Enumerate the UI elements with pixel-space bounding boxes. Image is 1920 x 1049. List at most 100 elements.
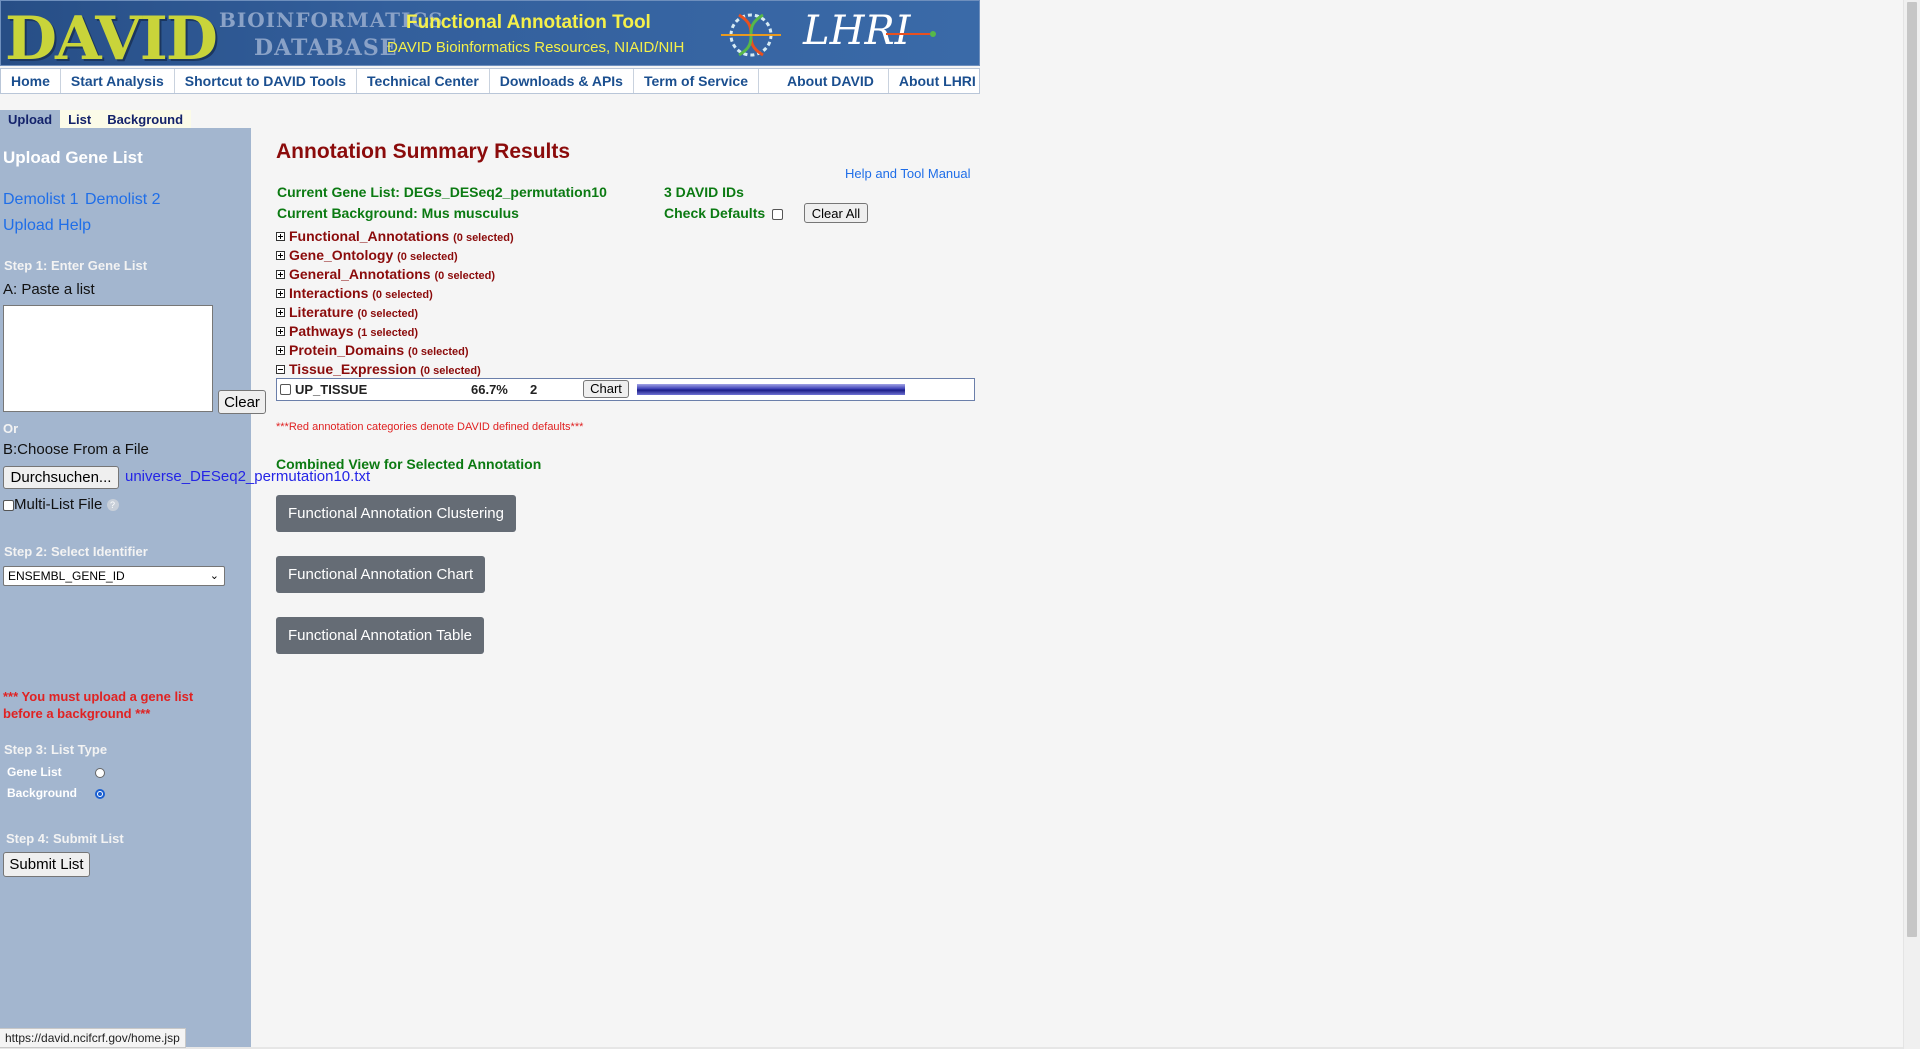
nav-about-lhri[interactable]: About LHRI	[889, 69, 986, 93]
nav-technical-center[interactable]: Technical Center	[357, 69, 490, 93]
category-selected-count: (1 selected)	[357, 327, 419, 339]
help-manual-link[interactable]: Help and Tool Manual	[845, 166, 971, 181]
scrollbar-thumb[interactable]	[1907, 2, 1917, 937]
submit-list-button[interactable]: Submit List	[3, 852, 90, 877]
functional-annotation-chart-button[interactable]: Functional Annotation Chart	[276, 556, 486, 593]
category-general-annotations[interactable]: General_Annotations (0 selected)	[276, 266, 495, 282]
check-defaults-label: Check Defaults	[664, 205, 766, 221]
nav-home[interactable]: Home	[1, 69, 61, 93]
category-name: Interactions	[289, 285, 369, 301]
nav-about-david[interactable]: About DAVID	[759, 69, 889, 93]
annotation-percent: 66.7%	[471, 382, 508, 397]
category-interactions[interactable]: Interactions (0 selected)	[276, 285, 433, 301]
logo-subtitle-database: DATABASE	[254, 35, 398, 61]
annotation-count: 2	[530, 382, 538, 397]
clear-all-button[interactable]: Clear All	[804, 203, 868, 223]
nav-shortcut-tools[interactable]: Shortcut to DAVID Tools	[175, 69, 358, 93]
step4-heading: Step 4: Submit List	[6, 831, 124, 846]
combined-view-heading: Combined View for Selected Annotation	[276, 456, 542, 472]
category-selected-count: (0 selected)	[357, 308, 418, 320]
david-logo[interactable]: DAVID	[5, 9, 218, 65]
top-navigation: Home Start Analysis Shortcut to DAVID To…	[0, 68, 980, 94]
expand-plus-icon[interactable]	[276, 250, 285, 260]
category-name: General_Annotations	[289, 266, 431, 282]
annotation-name: UP_TISSUE	[295, 382, 368, 397]
expand-plus-icon[interactable]	[276, 307, 285, 317]
tab-list[interactable]: List	[60, 110, 100, 129]
or-label: Or	[3, 421, 19, 436]
header-banner: DAVID BIOINFORMATICS DATABASE Functional…	[0, 0, 980, 66]
current-gene-list: Current Gene List: DEGs_DESeq2_permutati…	[277, 184, 607, 200]
nav-downloads-apis[interactable]: Downloads & APIs	[490, 69, 634, 93]
lhri-emblem-icon	[721, 13, 781, 57]
tissue-annotation-row: UP_TISSUE 66.7% 2 Chart	[276, 378, 975, 401]
help-icon[interactable]: ?	[106, 499, 119, 512]
category-selected-count: (0 selected)	[453, 232, 514, 244]
gene-list-radio[interactable]	[95, 767, 105, 778]
category-selected-count: (0 selected)	[408, 346, 469, 358]
expand-plus-icon[interactable]	[276, 269, 285, 279]
demolist-1-link[interactable]: Demolist 1	[3, 191, 79, 209]
category-pathways[interactable]: Pathways (1 selected)	[276, 323, 418, 339]
category-literature[interactable]: Literature (0 selected)	[276, 304, 418, 320]
upload-help-link[interactable]: Upload Help	[3, 217, 91, 235]
tab-background[interactable]: Background	[99, 110, 192, 129]
gene-list-textarea[interactable]	[3, 305, 213, 412]
category-name: Gene_Ontology	[289, 247, 394, 263]
category-functional-annotations[interactable]: Functional_Annotations (0 selected)	[276, 228, 514, 244]
expand-plus-icon[interactable]	[276, 345, 285, 355]
category-name: Functional_Annotations	[289, 228, 450, 244]
up-tissue-checkbox[interactable]	[280, 384, 291, 395]
collapse-minus-icon[interactable]	[276, 364, 285, 374]
check-defaults-checkbox[interactable]	[772, 208, 784, 220]
multilist-checkbox[interactable]	[3, 499, 14, 511]
file-label: B:Choose From a File	[3, 441, 149, 458]
category-protein-domains[interactable]: Protein_Domains (0 selected)	[276, 342, 469, 358]
background-radio[interactable]	[95, 788, 105, 799]
category-tissue-expression[interactable]: Tissue_Expression (0 selected)	[276, 361, 481, 377]
functional-annotation-table-button[interactable]: Functional Annotation Table	[276, 617, 485, 654]
upload-panel: Upload Gene List Demolist 1 Demolist 2 U…	[0, 128, 370, 1049]
paste-label: A: Paste a list	[3, 281, 95, 298]
nav-start-analysis[interactable]: Start Analysis	[61, 69, 175, 93]
step3-heading: Step 3: List Type	[4, 742, 108, 757]
upload-panel-title: Upload Gene List	[3, 148, 143, 167]
step2-heading: Step 2: Select Identifier	[4, 544, 148, 559]
david-ids-count: 3 DAVID IDs	[664, 184, 744, 200]
chevron-down-icon: ⌄	[209, 570, 219, 582]
background-label: Background	[7, 786, 78, 800]
gene-list-option: Gene List	[7, 765, 105, 779]
clear-button[interactable]: Clear	[218, 390, 266, 414]
browse-file-button[interactable]: Durchsuchen...	[3, 466, 119, 489]
warning-line-2: before a background ***	[3, 706, 151, 721]
category-selected-count: (0 selected)	[397, 251, 458, 263]
category-name: Pathways	[289, 323, 354, 339]
category-name: Protein_Domains	[289, 342, 405, 358]
background-warning: *** You must upload a gene list before a…	[3, 688, 193, 722]
expand-plus-icon[interactable]	[276, 231, 285, 241]
vertical-scrollbar[interactable]	[1903, 0, 1920, 1049]
step1-heading: Step 1: Enter Gene List	[4, 258, 148, 273]
defaults-note: ***Red annotation categories denote DAVI…	[276, 421, 584, 433]
identifier-select[interactable]: ENSEMBL_GENE_ID ⌄	[3, 566, 225, 586]
nav-term-of-service[interactable]: Term of Service	[634, 69, 759, 93]
warning-line-1: *** You must upload a gene list	[3, 689, 194, 704]
current-background: Current Background: Mus musculus	[277, 205, 519, 221]
category-selected-count: (0 selected)	[420, 365, 481, 377]
category-selected-count: (0 selected)	[434, 270, 496, 282]
multilist-row: Multi-List File ?	[3, 496, 119, 513]
category-selected-count: (0 selected)	[372, 289, 433, 301]
background-option: Background	[7, 786, 105, 800]
app-subtitle: DAVID Bioinformatics Resources, NIAID/NI…	[387, 39, 685, 56]
chart-button[interactable]: Chart	[583, 380, 629, 398]
check-defaults-row: Check Defaults	[664, 205, 784, 221]
functional-annotation-clustering-button[interactable]: Functional Annotation Clustering	[276, 495, 516, 532]
category-name: Literature	[289, 304, 354, 320]
app-title: Functional Annotation Tool	[406, 12, 651, 33]
tab-upload[interactable]: Upload	[0, 110, 61, 129]
category-gene-ontology[interactable]: Gene_Ontology (0 selected)	[276, 247, 458, 263]
annotation-percent-bar	[637, 384, 905, 395]
expand-plus-icon[interactable]	[276, 288, 285, 298]
expand-plus-icon[interactable]	[276, 326, 285, 336]
demolist-2-link[interactable]: Demolist 2	[85, 191, 161, 209]
